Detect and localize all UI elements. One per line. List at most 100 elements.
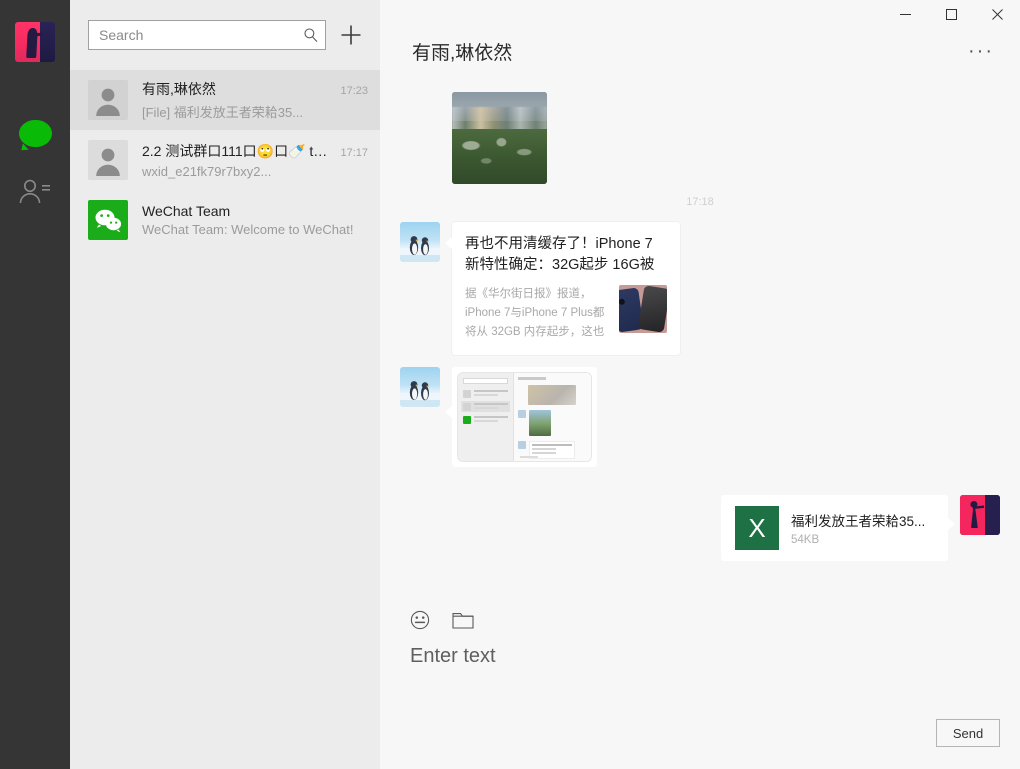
emoji-button[interactable] xyxy=(410,610,430,630)
avatar xyxy=(88,140,128,180)
attach-file-button[interactable] xyxy=(452,611,474,630)
image-message[interactable] xyxy=(452,92,547,184)
wechat-logo-icon xyxy=(88,200,128,240)
chat-item-texts: WeChat Team WeChat Team: Welcome to WeCh… xyxy=(142,203,368,237)
screenshot-msg-avatar xyxy=(518,441,526,449)
file-name: 福利发放王者荣耠35... xyxy=(791,510,934,530)
conversation-title: 有雨,琳依然 xyxy=(412,38,964,65)
message-row: 再也不用清缓存了！iPhone 7新特性确定：32G起步 16G被 据《华尔街日… xyxy=(400,222,1000,355)
screenshot-content xyxy=(457,372,592,462)
chat-item-time: 17:23 xyxy=(340,85,368,97)
chat-list-panel: 有雨,琳依然 17:23 [File] 福利发放王者荣耠35... 2.2 xyxy=(70,0,380,769)
file-size: 54KB xyxy=(791,534,934,546)
chat-item-name: WeChat Team xyxy=(142,203,362,219)
avatar-spacer xyxy=(400,92,440,184)
default-person-icon xyxy=(94,146,122,176)
avatar-right-panel xyxy=(40,22,55,62)
message-input[interactable]: Enter text xyxy=(410,637,1000,719)
my-avatar-icon xyxy=(960,495,1000,535)
article-body: 据《华尔街日报》报道，iPhone 7与iPhone 7 Plus都将从 32G… xyxy=(465,285,667,342)
nav-item-chats[interactable] xyxy=(0,104,70,162)
screenshot-row xyxy=(461,388,510,399)
article-title: 再也不用清缓存了！iPhone 7新特性确定：32G起步 16G被 xyxy=(465,234,667,275)
conversation-header: 有雨,琳依然 ··· xyxy=(380,28,1020,74)
screenshot-image-a xyxy=(528,385,576,405)
my-avatar[interactable] xyxy=(960,495,1000,535)
search-box[interactable] xyxy=(88,20,326,50)
plus-icon xyxy=(340,24,362,46)
user-avatar[interactable] xyxy=(15,22,55,62)
penguins-avatar-icon xyxy=(400,367,440,407)
article-thumbnail xyxy=(619,285,667,333)
search-row xyxy=(70,0,380,70)
chat-item-header: 2.2 测试群口111口🙄口🍼 test gr... 17:17 xyxy=(142,141,368,161)
chat-bubble-icon xyxy=(19,120,52,147)
search-icon[interactable] xyxy=(303,27,319,43)
file-meta: 福利发放王者荣耠35... 54KB xyxy=(791,510,934,546)
chat-item-preview: wxid_e21fk79r7bxy2... xyxy=(142,164,368,179)
message-row xyxy=(400,367,1000,467)
title-bar xyxy=(380,0,1020,28)
screenshot-title xyxy=(518,377,546,380)
chat-list-item[interactable]: 有雨,琳依然 17:23 [File] 福利发放王者荣耠35... xyxy=(70,70,380,130)
chat-item-name: 有雨,琳依然 xyxy=(142,79,334,99)
chat-list-item[interactable]: 2.2 测试群口111口🙄口🍼 test gr... 17:17 wxid_e2… xyxy=(70,130,380,190)
add-chat-button[interactable] xyxy=(334,18,368,52)
message-body: 再也不用清缓存了！iPhone 7新特性确定：32G起步 16G被 据《华尔街日… xyxy=(452,222,680,355)
composer: Enter text Send xyxy=(380,599,1020,769)
chat-item-time: 17:17 xyxy=(340,147,368,159)
chat-item-preview: WeChat Team: Welcome to WeChat! xyxy=(142,222,368,237)
screenshot-message[interactable] xyxy=(452,367,597,467)
screenshot-sidebar xyxy=(458,373,514,461)
chat-item-header: WeChat Team xyxy=(142,203,368,219)
emoji-smiley-icon xyxy=(410,610,430,630)
chat-list-item[interactable]: WeChat Team WeChat Team: Welcome to WeCh… xyxy=(70,190,380,250)
message-row xyxy=(400,92,1000,184)
chat-item-texts: 有雨,琳依然 17:23 [File] 福利发放王者荣耠35... xyxy=(142,79,368,121)
screenshot-avatar xyxy=(463,403,471,411)
screenshot-lines xyxy=(474,416,508,424)
nav-item-contacts[interactable] xyxy=(0,162,70,220)
sender-avatar[interactable] xyxy=(400,222,440,262)
screenshot-avatar xyxy=(463,416,471,424)
minimize-icon xyxy=(900,9,911,20)
minimize-button[interactable] xyxy=(882,0,928,28)
more-options-button[interactable]: ··· xyxy=(964,46,998,56)
chat-list: 有雨,琳依然 17:23 [File] 福利发放王者荣耠35... 2.2 xyxy=(70,70,380,769)
screenshot-lines xyxy=(474,403,508,411)
avatar xyxy=(88,80,128,120)
article-description: 据《华尔街日报》报道，iPhone 7与iPhone 7 Plus都将从 32G… xyxy=(465,285,619,342)
folder-icon xyxy=(452,611,474,630)
message-body: X 福利发放王者荣耠35... 54KB xyxy=(721,495,948,561)
avatar xyxy=(88,200,128,240)
chat-item-preview: [File] 福利发放王者荣耠35... xyxy=(142,102,368,121)
penguins-avatar-icon xyxy=(400,222,440,262)
thumbnail-camera-dot xyxy=(619,299,625,306)
article-card-bubble[interactable]: 再也不用清缓存了！iPhone 7新特性确定：32G起步 16G被 据《华尔街日… xyxy=(452,222,680,355)
wechat-window: 有雨,琳依然 17:23 [File] 福利发放王者荣耠35... 2.2 xyxy=(0,0,1020,769)
screenshot-message-row xyxy=(518,410,587,436)
close-icon xyxy=(992,9,1003,20)
excel-file-icon: X xyxy=(735,506,779,550)
send-button[interactable]: Send xyxy=(936,719,1000,747)
screenshot-lines xyxy=(474,390,508,398)
search-input[interactable] xyxy=(99,27,303,43)
screenshot-conversation xyxy=(514,373,591,461)
maximize-button[interactable] xyxy=(928,0,974,28)
message-input-placeholder: Enter text xyxy=(410,645,1000,668)
message-body xyxy=(452,367,597,467)
file-message-bubble[interactable]: X 福利发放王者荣耠35... 54KB xyxy=(721,495,948,561)
screenshot-row xyxy=(461,401,510,412)
conversation-panel: 有雨,琳依然 ··· 17:18 xyxy=(380,0,1020,769)
nav-rail xyxy=(0,0,70,769)
message-list: 17:18 xyxy=(380,74,1020,599)
article-card[interactable]: 再也不用清缓存了！iPhone 7新特性确定：32G起步 16G被 据《华尔街日… xyxy=(452,222,680,355)
photo-foliage-layer xyxy=(452,129,547,184)
message-body xyxy=(452,92,547,184)
sender-avatar[interactable] xyxy=(400,367,440,407)
screenshot-row xyxy=(461,414,510,425)
screenshot-image-b xyxy=(529,410,551,436)
close-button[interactable] xyxy=(974,0,1020,28)
screenshot-avatar xyxy=(463,390,471,398)
screenshot-footer xyxy=(520,456,538,458)
